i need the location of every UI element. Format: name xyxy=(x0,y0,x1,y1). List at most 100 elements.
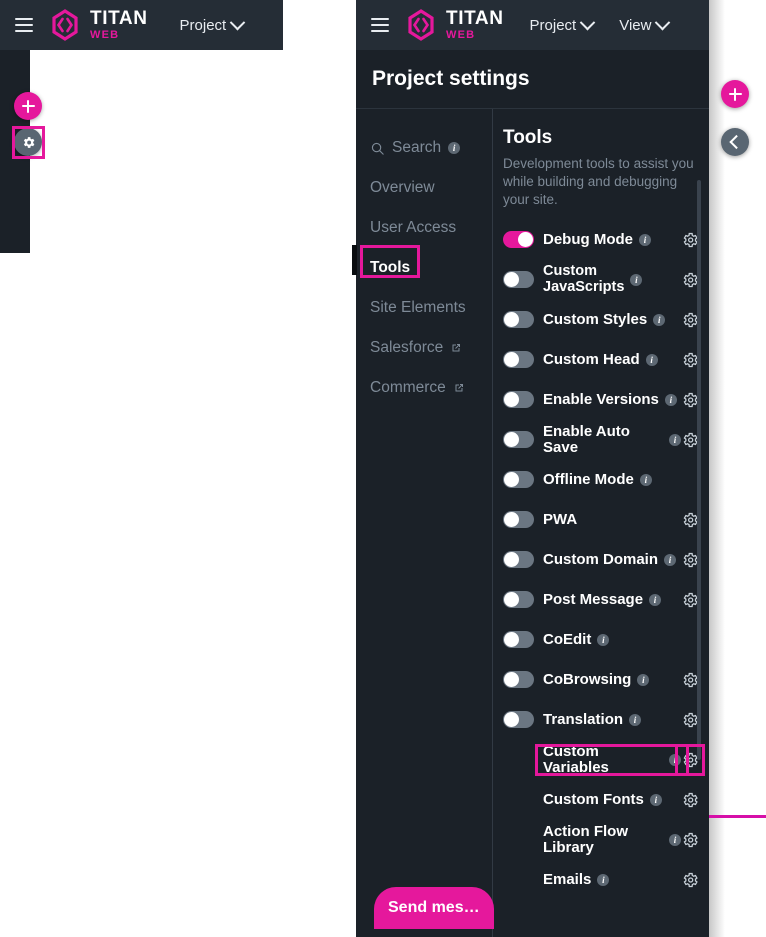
tool-row: Enable Versions i xyxy=(503,380,709,420)
info-icon[interactable]: i xyxy=(639,233,651,246)
info-icon[interactable]: i xyxy=(669,833,681,846)
sidebar-item-label: Salesforce xyxy=(370,339,444,356)
sidebar-item-label: Search xyxy=(392,139,442,156)
toggle-switch[interactable] xyxy=(503,351,534,369)
sidebar-item-search[interactable]: Search i xyxy=(356,128,492,168)
sidebar-item-tools[interactable]: Tools xyxy=(356,248,492,288)
highlight-connector-line xyxy=(709,815,766,818)
titan-logo-icon xyxy=(408,9,434,41)
search-icon xyxy=(371,142,384,155)
toggle-knob xyxy=(504,472,519,488)
info-icon[interactable]: i xyxy=(649,793,662,806)
sidebar-settings-gear[interactable] xyxy=(14,128,42,156)
tool-settings-gear[interactable] xyxy=(681,791,699,809)
tool-row: Emails i xyxy=(503,860,709,900)
tools-section: Tools Development tools to assist you wh… xyxy=(492,109,709,937)
toggle-switch[interactable] xyxy=(503,711,534,729)
tool-label: Custom Domain xyxy=(543,550,659,568)
panel-logo-web-text: WEB xyxy=(446,29,476,41)
info-icon[interactable]: i xyxy=(664,553,677,566)
sidebar-item-commerce[interactable]: Commerce xyxy=(356,368,492,408)
toggle-knob xyxy=(504,312,519,328)
info-icon[interactable]: i xyxy=(664,393,677,406)
tool-row: Post Message i xyxy=(503,580,709,620)
tool-settings-gear[interactable] xyxy=(681,831,699,849)
gear-icon xyxy=(683,832,698,847)
sidebar-add-button[interactable] xyxy=(14,92,42,120)
info-icon[interactable]: i xyxy=(448,142,461,154)
chevron-down-icon xyxy=(229,14,246,30)
toggle-switch[interactable] xyxy=(503,271,534,289)
tool-settings-gear[interactable] xyxy=(681,871,699,889)
info-icon[interactable]: i xyxy=(669,433,681,446)
info-icon[interactable]: i xyxy=(649,593,662,606)
chevron-down-icon xyxy=(579,14,596,30)
gear-icon xyxy=(683,792,698,807)
tool-label: Action Flow Library xyxy=(543,822,628,856)
sidebar-item-site-elements[interactable]: Site Elements xyxy=(356,288,492,328)
toggle-switch[interactable] xyxy=(503,631,534,649)
toggle-knob xyxy=(504,712,519,728)
background-topbar: TITAN WEB Project xyxy=(0,0,283,50)
toggle-knob xyxy=(504,592,519,608)
toggle-switch[interactable] xyxy=(503,511,534,529)
settings-nav: Search i Overview User Access Tools Site… xyxy=(356,109,492,937)
panel-project-menu-label: Project xyxy=(529,16,577,34)
tool-label: Custom Variables xyxy=(543,742,609,776)
sidebar-item-overview[interactable]: Overview xyxy=(356,168,492,208)
panel-title-bar: Project settings xyxy=(356,50,709,109)
info-icon[interactable]: i xyxy=(645,353,658,366)
panel-scrollbar[interactable] xyxy=(697,180,701,760)
tool-row: PWA xyxy=(503,500,709,540)
info-icon[interactable]: i xyxy=(597,633,610,646)
hamburger-icon[interactable] xyxy=(15,18,33,32)
sidebar-item-label: Overview xyxy=(370,179,435,196)
screen: TITAN WEB Project TITAN WEB Project View… xyxy=(0,0,766,937)
info-icon[interactable]: i xyxy=(669,753,681,766)
info-icon[interactable]: i xyxy=(597,873,610,886)
tool-label: CoBrowsing xyxy=(543,670,632,688)
panel-add-button[interactable] xyxy=(721,80,749,108)
panel-topbar: TITAN WEB Project View xyxy=(356,0,709,50)
logo-web-text: WEB xyxy=(90,29,120,41)
toggle-knob xyxy=(504,552,519,568)
sidebar-item-label: Commerce xyxy=(370,379,446,396)
toggle-switch[interactable] xyxy=(503,391,534,409)
tool-row: Custom Domain i xyxy=(503,540,709,580)
toggle-switch[interactable] xyxy=(503,311,534,329)
tool-row: Custom Variables i xyxy=(503,740,709,780)
info-icon[interactable]: i xyxy=(630,273,643,286)
toggle-switch[interactable] xyxy=(503,551,534,569)
project-menu[interactable]: Project xyxy=(180,14,246,34)
sidebar-item-label: Tools xyxy=(370,259,411,276)
panel-collapse-button[interactable] xyxy=(721,128,749,156)
toggle-switch[interactable] xyxy=(503,231,534,249)
project-settings-panel: TITAN WEB Project View Project settings xyxy=(356,0,709,937)
tool-row: Enable Auto Save i xyxy=(503,420,709,460)
sidebar-item-salesforce[interactable]: Salesforce xyxy=(356,328,492,368)
toggle-knob xyxy=(504,432,519,448)
panel-logo-titan-text: TITAN xyxy=(446,8,504,29)
info-icon[interactable]: i xyxy=(637,673,650,686)
tool-row: Offline Mode i xyxy=(503,460,709,500)
panel-project-menu[interactable]: Project xyxy=(529,14,596,34)
tools-description: Development tools to assist you while bu… xyxy=(503,156,694,208)
toggle-switch[interactable] xyxy=(503,591,534,609)
send-message-button[interactable]: Send mes… xyxy=(374,887,494,929)
titan-logo: TITAN WEB xyxy=(49,9,148,41)
toggle-switch[interactable] xyxy=(503,431,534,449)
tool-label: Translation xyxy=(543,710,624,728)
panel-titan-logo: TITAN WEB xyxy=(405,9,504,41)
panel-hamburger-icon[interactable] xyxy=(371,18,389,32)
info-icon[interactable]: i xyxy=(639,473,652,486)
tool-label: Enable Auto Save xyxy=(543,422,630,456)
info-icon[interactable]: i xyxy=(653,313,666,326)
info-icon[interactable]: i xyxy=(629,713,642,726)
tool-row: CoEdit i xyxy=(503,620,709,660)
toggle-knob xyxy=(518,232,533,248)
tool-label: Custom JavaScripts xyxy=(543,263,625,295)
panel-view-menu[interactable]: View xyxy=(619,14,671,34)
sidebar-item-user-access[interactable]: User Access xyxy=(356,208,492,248)
toggle-switch[interactable] xyxy=(503,671,534,689)
toggle-switch[interactable] xyxy=(503,471,534,489)
